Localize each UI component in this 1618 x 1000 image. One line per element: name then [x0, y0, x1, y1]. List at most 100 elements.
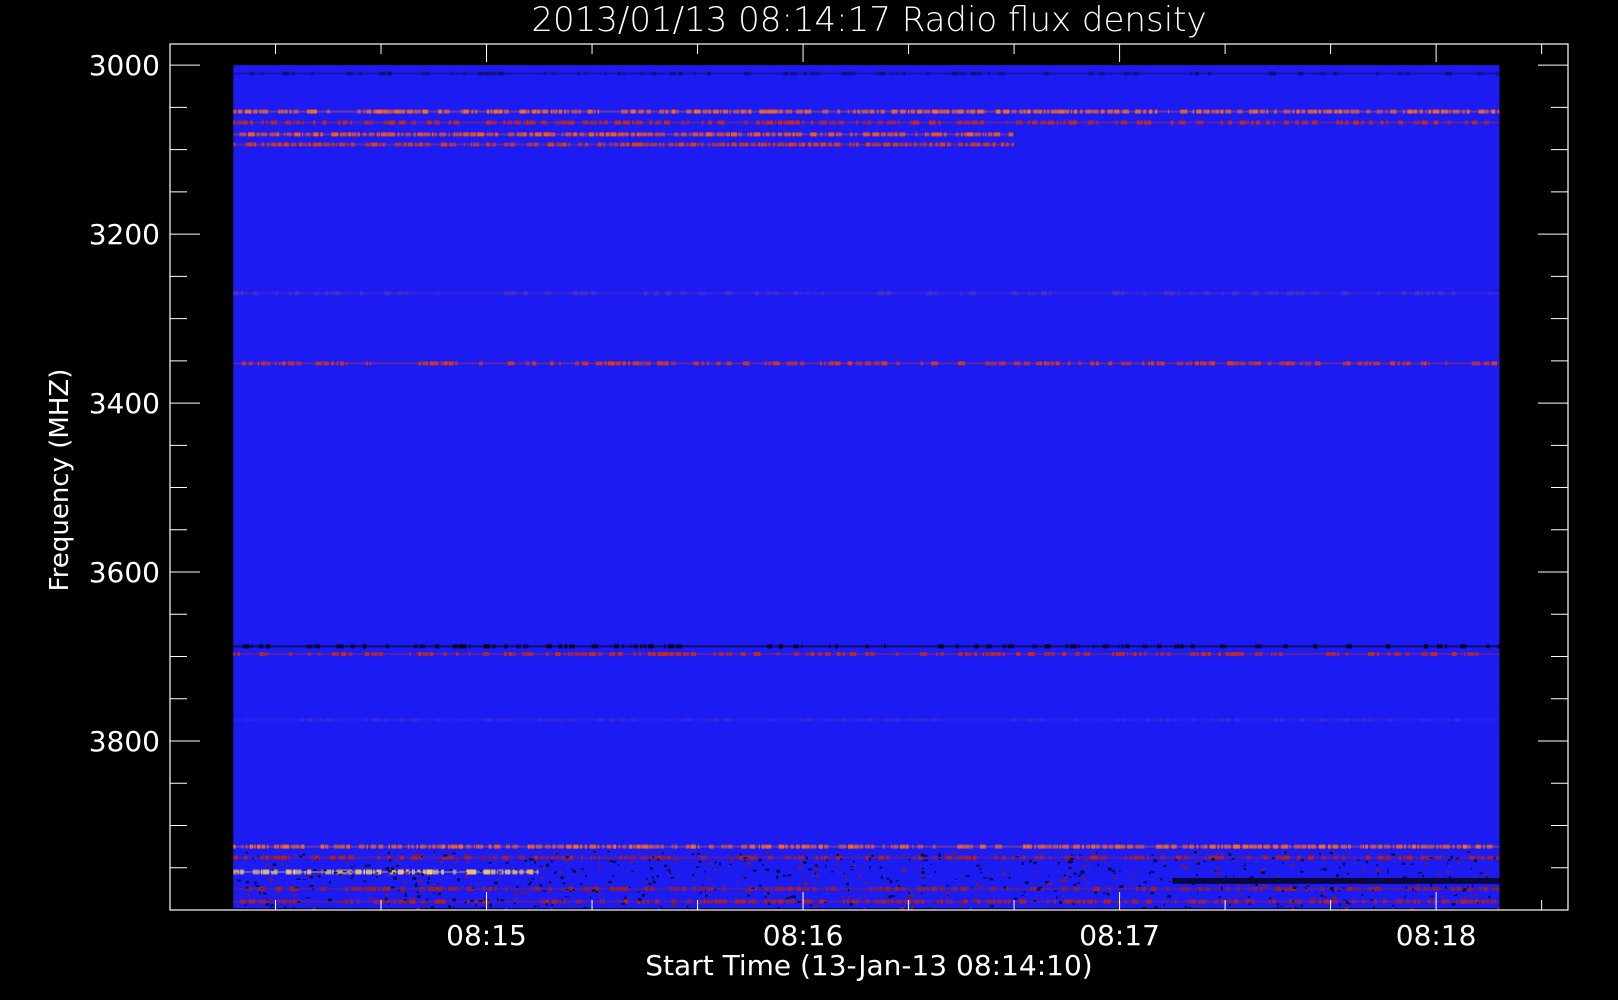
band-segment: [503, 120, 506, 125]
band-segment: [1396, 844, 1403, 849]
band-segment: [686, 109, 692, 114]
band-segment: [726, 361, 732, 366]
noise-speck: [1372, 889, 1374, 892]
band-segment: [701, 361, 705, 366]
band-segment: [463, 71, 466, 76]
band-segment: [618, 844, 621, 849]
noise-speck: [414, 884, 418, 887]
band-segment: [922, 886, 926, 891]
noise-speck: [862, 866, 865, 869]
noise-speck: [267, 899, 269, 901]
noise-speck: [286, 898, 289, 901]
noise-speck: [1167, 894, 1171, 898]
band-segment: [257, 361, 260, 366]
band-segment: [1121, 361, 1125, 366]
band-segment: [1307, 844, 1311, 849]
noise-speck: [1346, 872, 1349, 875]
noise-speck: [799, 860, 802, 864]
noise-speck: [956, 855, 959, 858]
band-segment: [958, 652, 963, 657]
band-segment: [974, 132, 981, 137]
band-segment: [755, 120, 760, 125]
band-segment: [966, 132, 974, 137]
noise-speck: [602, 884, 606, 886]
band-segment: [1220, 120, 1223, 125]
band-segment: [1397, 361, 1400, 366]
noise-speck: [528, 858, 533, 861]
band-segment: [778, 844, 785, 849]
band-segment: [288, 899, 291, 904]
band-segment: [421, 71, 426, 76]
band-segment: [865, 844, 871, 849]
band-segment: [1189, 71, 1193, 76]
band-segment: [938, 717, 940, 722]
band-segment: [681, 717, 685, 722]
noise-speck: [1225, 875, 1227, 878]
noise-speck: [243, 904, 248, 907]
x-axis-label: Start Time (13-Jan-13 08:14:10): [645, 949, 1092, 982]
band-segment: [1113, 109, 1120, 114]
band-segment: [957, 361, 963, 366]
band-segment: [1019, 899, 1027, 904]
band-segment: [846, 899, 850, 904]
band-segment: [1468, 844, 1471, 849]
noise-speck: [1128, 871, 1133, 873]
band-segment: [265, 644, 270, 649]
band-segment: [719, 652, 722, 657]
noise-speck: [1069, 876, 1072, 878]
band-3990: [233, 899, 1500, 904]
band-segment: [1255, 886, 1257, 891]
band-segment: [810, 71, 815, 76]
band-segment: [504, 109, 509, 114]
noise-speck: [850, 870, 853, 873]
band-segment: [567, 652, 574, 657]
band-segment: [740, 652, 746, 657]
band-segment: [483, 869, 490, 875]
band-segment: [774, 120, 777, 125]
band-segment: [1403, 855, 1407, 860]
band-segment: [1174, 644, 1176, 649]
noise-speck: [416, 872, 420, 875]
band-segment: [508, 652, 513, 657]
band-segment: [410, 855, 418, 860]
band-segment: [697, 142, 699, 147]
band-segment: [489, 109, 493, 114]
band-segment: [325, 142, 328, 147]
band-segment: [1483, 886, 1488, 891]
noise-speck: [1374, 885, 1377, 887]
band-segment: [245, 142, 247, 147]
band-segment: [785, 899, 789, 904]
band-segment: [418, 361, 421, 366]
band-segment: [526, 142, 533, 147]
noise-speck: [1148, 872, 1151, 875]
band-segment: [790, 71, 797, 76]
band-segment: [581, 361, 589, 366]
band-segment: [857, 109, 861, 114]
band-segment: [1147, 120, 1152, 125]
band-segment: [528, 120, 536, 125]
band-segment: [1222, 291, 1224, 296]
band-segment: [921, 142, 927, 147]
band-segment: [652, 652, 656, 657]
band-segment: [971, 120, 979, 125]
band-segment: [649, 886, 655, 891]
band-segment: [259, 899, 266, 904]
band-segment: [1334, 886, 1338, 891]
noise-speck: [1181, 864, 1186, 868]
band-segment: [566, 120, 568, 125]
band-segment: [417, 132, 423, 137]
band-segment: [943, 132, 947, 137]
band-segment: [1312, 120, 1318, 125]
band-segment: [293, 109, 299, 114]
band-segment: [418, 142, 420, 147]
noise-speck: [1320, 868, 1323, 871]
band-segment: [663, 644, 666, 649]
band-segment: [397, 844, 402, 849]
noise-speck: [471, 887, 475, 889]
band-segment: [622, 886, 629, 891]
noise-speck: [438, 868, 443, 870]
band-segment: [956, 120, 963, 125]
band-segment: [803, 71, 807, 76]
noise-speck: [1240, 856, 1243, 860]
noise-speck: [1359, 869, 1361, 872]
